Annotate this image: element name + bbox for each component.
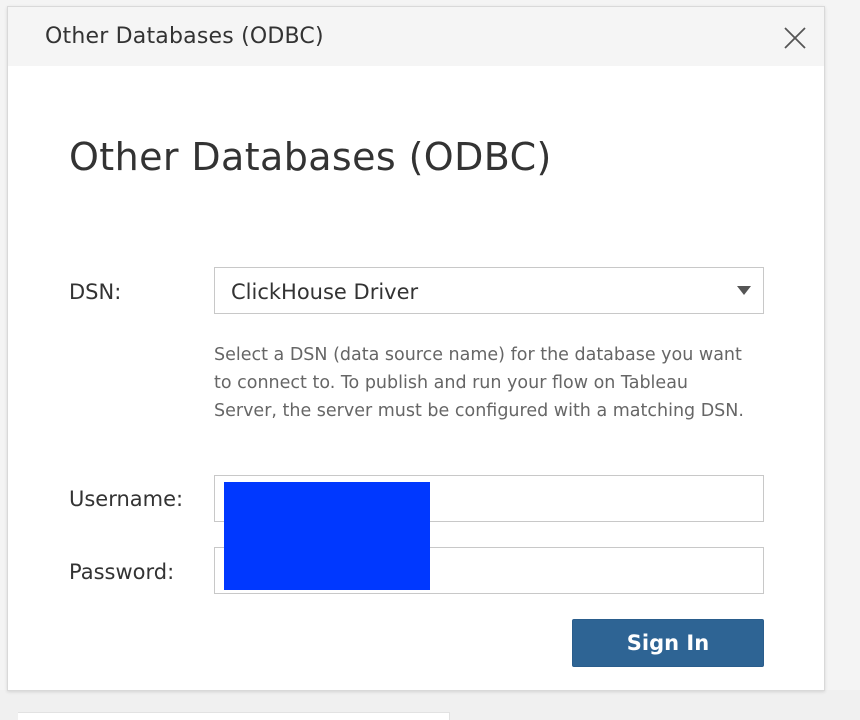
sign-in-button[interactable]: Sign In bbox=[572, 619, 764, 667]
odbc-dialog: Other Databases (ODBC) Other Databases (… bbox=[7, 6, 825, 691]
chevron-down-icon bbox=[737, 286, 751, 295]
username-label: Username: bbox=[69, 487, 184, 511]
page-title: Other Databases (ODBC) bbox=[69, 135, 552, 179]
dialog-titlebar: Other Databases (ODBC) bbox=[8, 7, 824, 66]
redaction-block bbox=[224, 482, 430, 590]
background-panel bbox=[18, 712, 450, 720]
dsn-help-text: Select a DSN (data source name) for the … bbox=[214, 345, 744, 421]
close-button[interactable] bbox=[780, 23, 810, 53]
dsn-select[interactable]: ClickHouse Driver bbox=[214, 267, 764, 314]
close-icon bbox=[784, 27, 806, 49]
dsn-selected-value: ClickHouse Driver bbox=[231, 280, 419, 304]
dialog-title: Other Databases (ODBC) bbox=[45, 24, 324, 49]
password-label: Password: bbox=[69, 560, 175, 584]
dsn-label: DSN: bbox=[69, 280, 122, 304]
